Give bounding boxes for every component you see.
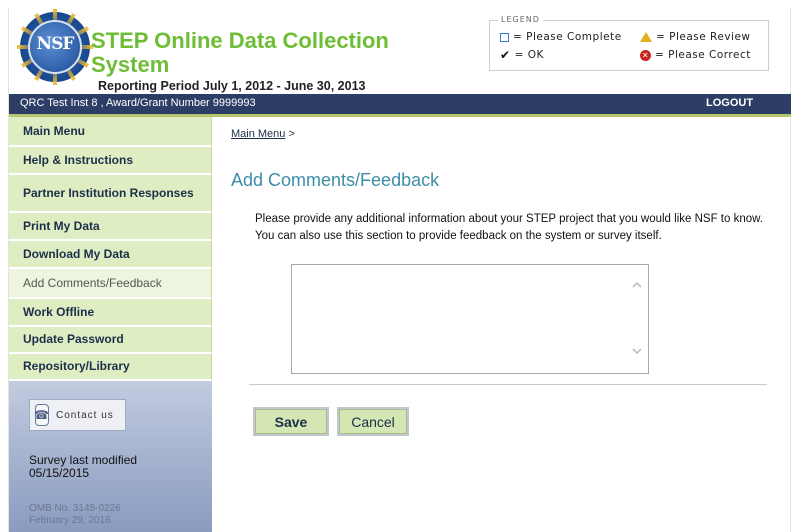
- legend-ok: ✔ = OK: [500, 49, 544, 61]
- app-title: STEP Online Data Collection System: [91, 28, 389, 77]
- checkmark-icon: ✔: [500, 48, 511, 62]
- empty-square-icon: [500, 32, 509, 42]
- textarea-scrollbar[interactable]: [627, 266, 647, 372]
- sidebar-item-repository[interactable]: Repository/Library: [9, 354, 212, 381]
- legend-title: LEGEND: [498, 15, 543, 24]
- red-x-circle-icon: ✕: [640, 49, 651, 61]
- legend-please-complete: = Please Complete: [500, 31, 622, 43]
- logo-text: NSF: [36, 34, 75, 54]
- omb-info: OMB No. 3145-0226 February 29, 2016: [29, 503, 121, 527]
- legend-please-correct: ✕ = Please Correct: [640, 49, 751, 61]
- warning-triangle-icon: [640, 32, 652, 42]
- legend-label: = Please Correct: [655, 49, 751, 61]
- page-title: Add Comments/Feedback: [231, 170, 440, 190]
- logout-link[interactable]: LOGOUT: [706, 97, 753, 109]
- sidebar: Main Menu Help & Instructions Partner In…: [9, 117, 212, 532]
- sidebar-item-main-menu[interactable]: Main Menu: [9, 117, 212, 147]
- scroll-up-icon[interactable]: [632, 280, 642, 290]
- sidebar-item-add-comments[interactable]: Add Comments/Feedback: [9, 269, 212, 299]
- institution-label: QRC Test Inst 8 , Award/Grant Number 999…: [20, 97, 256, 109]
- legend-please-review: = Please Review: [640, 31, 751, 43]
- form-divider: [249, 384, 767, 385]
- sidebar-item-update-password[interactable]: Update Password: [9, 327, 212, 354]
- save-button[interactable]: Save: [253, 407, 329, 436]
- sidebar-item-work-offline[interactable]: Work Offline: [9, 299, 212, 327]
- cancel-button[interactable]: Cancel: [337, 407, 409, 436]
- contact-us-label: Contact us: [56, 409, 114, 421]
- feedback-textarea[interactable]: [291, 264, 649, 374]
- breadcrumb: Main Menu >: [231, 128, 295, 140]
- legend-label: = Please Review: [656, 31, 751, 43]
- survey-modified: Survey last modified 05/15/2015: [29, 454, 137, 480]
- contact-us-button[interactable]: ☎ Contact us: [29, 399, 126, 431]
- breadcrumb-separator: >: [288, 128, 295, 140]
- sidebar-item-download-data[interactable]: Download My Data: [9, 241, 212, 269]
- modified-date: 05/15/2015: [29, 466, 90, 480]
- breadcrumb-main-menu[interactable]: Main Menu: [231, 128, 285, 140]
- scroll-down-icon[interactable]: [632, 346, 642, 356]
- instructions-text: Please provide any additional informatio…: [255, 213, 763, 242]
- legend-label: = Please Complete: [513, 31, 622, 43]
- sidebar-item-print-data[interactable]: Print My Data: [9, 213, 212, 241]
- legend-label: = OK: [514, 49, 544, 61]
- sidebar-item-help[interactable]: Help & Instructions: [9, 147, 212, 175]
- sidebar-footer: ☎ Contact us Survey last modified 05/15/…: [9, 381, 212, 532]
- top-bar: QRC Test Inst 8 , Award/Grant Number 999…: [9, 94, 791, 114]
- nsf-logo: NSF: [17, 9, 93, 85]
- legend-box: LEGEND = Please Complete = Please Review…: [489, 15, 769, 71]
- reporting-period: Reporting Period July 1, 2012 - June 30,…: [98, 79, 366, 93]
- omb-date: February 29, 2016: [29, 515, 111, 526]
- phone-icon: ☎: [34, 404, 49, 426]
- sidebar-item-partner-responses[interactable]: Partner Institution Responses: [9, 175, 212, 213]
- omb-number: OMB No. 3145-0226: [29, 503, 121, 514]
